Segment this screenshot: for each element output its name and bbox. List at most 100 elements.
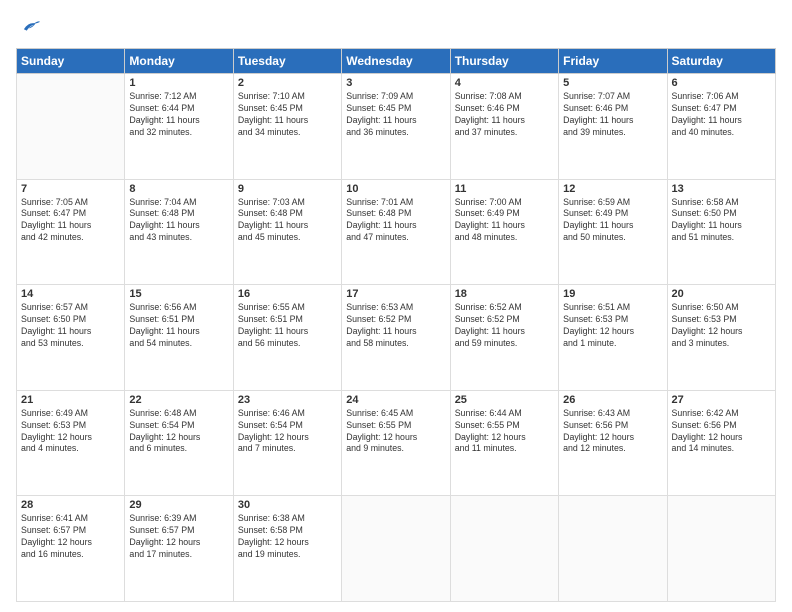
day-number: 6 bbox=[672, 77, 771, 89]
calendar-week-row: 21 Sunrise: 6:49 AM Sunset: 6:53 PM Dayli… bbox=[17, 390, 776, 496]
day-of-week-header: Friday bbox=[559, 49, 667, 74]
day-info: Sunrise: 6:59 AM Sunset: 6:49 PM Dayligh… bbox=[563, 197, 662, 245]
day-number: 29 bbox=[129, 499, 228, 511]
day-number: 20 bbox=[672, 288, 771, 300]
calendar-cell: 29 Sunrise: 6:39 AM Sunset: 6:57 PM Dayli… bbox=[125, 496, 233, 602]
calendar-cell: 15 Sunrise: 6:56 AM Sunset: 6:51 PM Dayli… bbox=[125, 285, 233, 391]
day-of-week-header: Thursday bbox=[450, 49, 558, 74]
day-info: Sunrise: 6:57 AM Sunset: 6:50 PM Dayligh… bbox=[21, 302, 120, 350]
day-number: 4 bbox=[455, 77, 554, 89]
day-info: Sunrise: 7:03 AM Sunset: 6:48 PM Dayligh… bbox=[238, 197, 337, 245]
day-number: 21 bbox=[21, 394, 120, 406]
day-info: Sunrise: 6:42 AM Sunset: 6:56 PM Dayligh… bbox=[672, 408, 771, 456]
calendar-cell: 2 Sunrise: 7:10 AM Sunset: 6:45 PM Daylig… bbox=[233, 74, 341, 180]
day-number: 2 bbox=[238, 77, 337, 89]
calendar-cell: 5 Sunrise: 7:07 AM Sunset: 6:46 PM Daylig… bbox=[559, 74, 667, 180]
day-info: Sunrise: 7:08 AM Sunset: 6:46 PM Dayligh… bbox=[455, 91, 554, 139]
calendar-cell: 14Sunrise: 6:57 AM Sunset: 6:50 PM Dayli… bbox=[17, 285, 125, 391]
day-info: Sunrise: 6:41 AM Sunset: 6:57 PM Dayligh… bbox=[21, 513, 120, 561]
calendar-cell: 7 Sunrise: 7:05 AM Sunset: 6:47 PM Daylig… bbox=[17, 179, 125, 285]
calendar-week-row: 7 Sunrise: 7:05 AM Sunset: 6:47 PM Daylig… bbox=[17, 179, 776, 285]
calendar-cell: 17 Sunrise: 6:53 AM Sunset: 6:52 PM Dayli… bbox=[342, 285, 450, 391]
day-number: 19 bbox=[563, 288, 662, 300]
day-of-week-header: Wednesday bbox=[342, 49, 450, 74]
day-number: 22 bbox=[129, 394, 228, 406]
calendar-cell: 22 Sunrise: 6:48 AM Sunset: 6:54 PM Dayli… bbox=[125, 390, 233, 496]
day-number: 9 bbox=[238, 183, 337, 195]
day-number: 17 bbox=[346, 288, 445, 300]
day-of-week-header: Saturday bbox=[667, 49, 775, 74]
calendar-cell: 27 Sunrise: 6:42 AM Sunset: 6:56 PM Dayli… bbox=[667, 390, 775, 496]
calendar-cell: 30 Sunrise: 6:38 AM Sunset: 6:58 PM Dayli… bbox=[233, 496, 341, 602]
calendar-cell: 16 Sunrise: 6:55 AM Sunset: 6:51 PM Dayli… bbox=[233, 285, 341, 391]
calendar-cell bbox=[559, 496, 667, 602]
day-number: 7 bbox=[21, 183, 120, 195]
day-number: 13 bbox=[672, 183, 771, 195]
logo-bird-icon bbox=[18, 16, 40, 38]
logo bbox=[16, 16, 42, 38]
day-info: Sunrise: 7:10 AM Sunset: 6:45 PM Dayligh… bbox=[238, 91, 337, 139]
day-info: Sunrise: 6:48 AM Sunset: 6:54 PM Dayligh… bbox=[129, 408, 228, 456]
day-number: 26 bbox=[563, 394, 662, 406]
calendar-week-row: 14Sunrise: 6:57 AM Sunset: 6:50 PM Dayli… bbox=[17, 285, 776, 391]
day-number: 27 bbox=[672, 394, 771, 406]
calendar-cell bbox=[450, 496, 558, 602]
day-info: Sunrise: 6:49 AM Sunset: 6:53 PM Dayligh… bbox=[21, 408, 120, 456]
calendar-cell: 25Sunrise: 6:44 AM Sunset: 6:55 PM Dayli… bbox=[450, 390, 558, 496]
day-info: Sunrise: 7:06 AM Sunset: 6:47 PM Dayligh… bbox=[672, 91, 771, 139]
day-info: Sunrise: 6:52 AM Sunset: 6:52 PM Dayligh… bbox=[455, 302, 554, 350]
day-number: 25 bbox=[455, 394, 554, 406]
day-info: Sunrise: 6:56 AM Sunset: 6:51 PM Dayligh… bbox=[129, 302, 228, 350]
main-container: SundayMondayTuesdayWednesdayThursdayFrid… bbox=[0, 0, 792, 612]
day-number: 15 bbox=[129, 288, 228, 300]
calendar-cell: 24 Sunrise: 6:45 AM Sunset: 6:55 PM Dayli… bbox=[342, 390, 450, 496]
calendar-cell: 12 Sunrise: 6:59 AM Sunset: 6:49 PM Dayli… bbox=[559, 179, 667, 285]
calendar-cell: 23 Sunrise: 6:46 AM Sunset: 6:54 PM Dayli… bbox=[233, 390, 341, 496]
day-info: Sunrise: 7:00 AM Sunset: 6:49 PM Dayligh… bbox=[455, 197, 554, 245]
calendar-cell: 28 Sunrise: 6:41 AM Sunset: 6:57 PM Dayli… bbox=[17, 496, 125, 602]
day-of-week-header: Monday bbox=[125, 49, 233, 74]
calendar-cell: 19Sunrise: 6:51 AM Sunset: 6:53 PM Dayli… bbox=[559, 285, 667, 391]
day-number: 16 bbox=[238, 288, 337, 300]
day-number: 28 bbox=[21, 499, 120, 511]
day-number: 24 bbox=[346, 394, 445, 406]
calendar-cell bbox=[17, 74, 125, 180]
day-number: 5 bbox=[563, 77, 662, 89]
calendar-cell: 18Sunrise: 6:52 AM Sunset: 6:52 PM Dayli… bbox=[450, 285, 558, 391]
day-info: Sunrise: 6:45 AM Sunset: 6:55 PM Dayligh… bbox=[346, 408, 445, 456]
day-number: 10 bbox=[346, 183, 445, 195]
day-number: 12 bbox=[563, 183, 662, 195]
calendar-cell: 20 Sunrise: 6:50 AM Sunset: 6:53 PM Dayli… bbox=[667, 285, 775, 391]
calendar-cell: 21 Sunrise: 6:49 AM Sunset: 6:53 PM Dayli… bbox=[17, 390, 125, 496]
calendar-cell: 4 Sunrise: 7:08 AM Sunset: 6:46 PM Daylig… bbox=[450, 74, 558, 180]
calendar-cell: 11 Sunrise: 7:00 AM Sunset: 6:49 PM Dayli… bbox=[450, 179, 558, 285]
day-info: Sunrise: 6:43 AM Sunset: 6:56 PM Dayligh… bbox=[563, 408, 662, 456]
calendar-cell bbox=[667, 496, 775, 602]
day-number: 11 bbox=[455, 183, 554, 195]
day-info: Sunrise: 6:50 AM Sunset: 6:53 PM Dayligh… bbox=[672, 302, 771, 350]
day-info: Sunrise: 6:38 AM Sunset: 6:58 PM Dayligh… bbox=[238, 513, 337, 561]
day-info: Sunrise: 7:05 AM Sunset: 6:47 PM Dayligh… bbox=[21, 197, 120, 245]
day-info: Sunrise: 7:07 AM Sunset: 6:46 PM Dayligh… bbox=[563, 91, 662, 139]
day-info: Sunrise: 6:39 AM Sunset: 6:57 PM Dayligh… bbox=[129, 513, 228, 561]
day-number: 30 bbox=[238, 499, 337, 511]
day-info: Sunrise: 6:58 AM Sunset: 6:50 PM Dayligh… bbox=[672, 197, 771, 245]
day-info: Sunrise: 7:01 AM Sunset: 6:48 PM Dayligh… bbox=[346, 197, 445, 245]
calendar-cell: 26 Sunrise: 6:43 AM Sunset: 6:56 PM Dayli… bbox=[559, 390, 667, 496]
day-info: Sunrise: 6:53 AM Sunset: 6:52 PM Dayligh… bbox=[346, 302, 445, 350]
calendar-cell: 3Sunrise: 7:09 AM Sunset: 6:45 PM Daylig… bbox=[342, 74, 450, 180]
day-info: Sunrise: 7:04 AM Sunset: 6:48 PM Dayligh… bbox=[129, 197, 228, 245]
calendar-cell bbox=[342, 496, 450, 602]
header bbox=[16, 16, 776, 38]
logo-text bbox=[16, 16, 42, 38]
calendar-cell: 10 Sunrise: 7:01 AM Sunset: 6:48 PM Dayli… bbox=[342, 179, 450, 285]
calendar-table: SundayMondayTuesdayWednesdayThursdayFrid… bbox=[16, 48, 776, 602]
day-number: 8 bbox=[129, 183, 228, 195]
day-number: 3 bbox=[346, 77, 445, 89]
calendar-week-row: 1Sunrise: 7:12 AM Sunset: 6:44 PM Daylig… bbox=[17, 74, 776, 180]
day-info: Sunrise: 6:46 AM Sunset: 6:54 PM Dayligh… bbox=[238, 408, 337, 456]
calendar-header-row: SundayMondayTuesdayWednesdayThursdayFrid… bbox=[17, 49, 776, 74]
calendar-cell: 13 Sunrise: 6:58 AM Sunset: 6:50 PM Dayli… bbox=[667, 179, 775, 285]
day-number: 23 bbox=[238, 394, 337, 406]
day-info: Sunrise: 6:55 AM Sunset: 6:51 PM Dayligh… bbox=[238, 302, 337, 350]
